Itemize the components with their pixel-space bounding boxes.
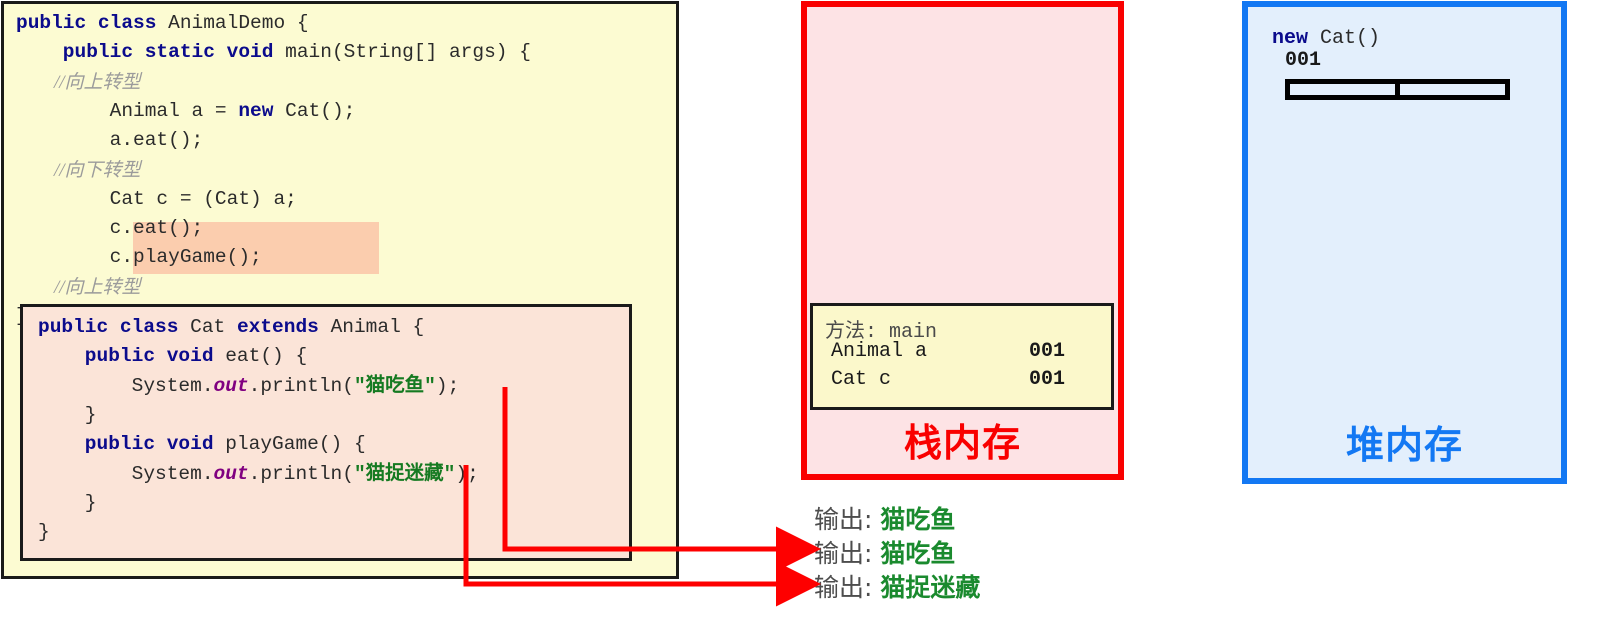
heap-member-slot-1 (1399, 84, 1506, 95)
animal-demo-code-panel: public class AnimalDemo { public static … (1, 1, 679, 579)
heap-new-keyword: new (1272, 27, 1309, 50)
cat-class-code-panel: public class Cat extends Animal { public… (20, 304, 632, 561)
console-value-0: 猫吃鱼 (880, 505, 956, 534)
code-line-l4: Animal a = new Cat(); (16, 99, 356, 122)
cat-line-c6: System.out.println("猫捉迷藏"); (38, 462, 479, 485)
console-output-line-1: 输出: 猫吃鱼 (814, 534, 955, 570)
heap-object-title: new Cat() (1272, 27, 1380, 50)
code-line-l8: c.eat(); (16, 217, 204, 240)
code-line-l2: public static void main(String[] args) { (16, 41, 531, 64)
console-prefix-2: 输出: (814, 573, 881, 602)
cat-line-c1: public class Cat extends Animal { (38, 316, 425, 338)
console-prefix-1: 输出: (814, 539, 881, 568)
code-line-l3: //向上转型 (16, 71, 141, 93)
heap-object-address: 001 (1285, 49, 1322, 72)
code-line-l1: public class AnimalDemo { (16, 12, 309, 34)
heap-object-type: Cat() (1320, 27, 1381, 50)
code-line-l6: //向下转型 (16, 159, 141, 181)
cat-line-c2: public void eat() { (38, 345, 308, 368)
stack-var-address-1: 001 (1029, 368, 1066, 391)
stack-var-address-0: 001 (1029, 340, 1066, 363)
console-value-1: 猫吃鱼 (880, 539, 956, 568)
code-line-l10: //向上转型 (16, 276, 141, 298)
stack-var-name-0: Animal a (831, 340, 928, 363)
cat-line-c4: } (38, 403, 97, 426)
cat-line-c8: } (38, 521, 50, 544)
code-line-l5: a.eat(); (16, 129, 204, 152)
stack-frame-main: 方法: main Animal a 001 Cat c 001 (810, 303, 1114, 410)
cat-line-c7: } (38, 491, 97, 514)
console-output-line-0: 输出: 猫吃鱼 (814, 500, 955, 536)
console-prefix-0: 输出: (814, 505, 881, 534)
heap-object-member-slots (1285, 79, 1510, 100)
stack-var-name-1: Cat c (831, 368, 892, 391)
stack-memory-label: 栈内存 (903, 421, 1021, 465)
console-value-2: 猫捉迷藏 (880, 573, 981, 602)
console-output-line-2: 输出: 猫捉迷藏 (814, 568, 980, 604)
cat-line-c3: System.out.println("猫吃鱼"); (38, 374, 460, 397)
code-line-l7: Cat c = (Cat) a; (16, 187, 297, 210)
cat-line-c5: public void playGame() { (38, 433, 366, 456)
heap-member-slot-0 (1290, 84, 1396, 95)
heap-memory-label: 堆内存 (1345, 423, 1463, 467)
code-line-l9: c.playGame(); (16, 246, 262, 269)
heap-memory-panel (1242, 1, 1567, 484)
